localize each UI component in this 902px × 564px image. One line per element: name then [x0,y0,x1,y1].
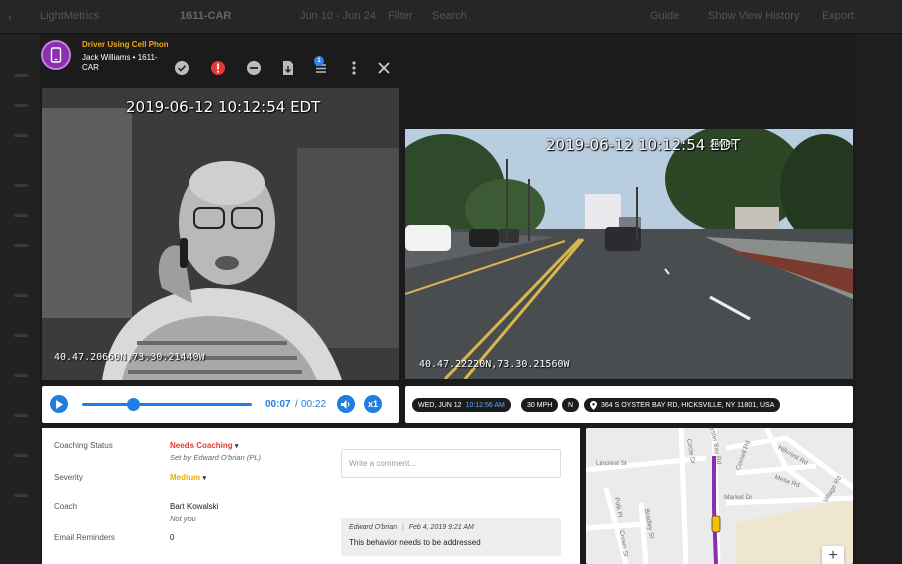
severity-label: Severity [54,473,83,482]
app-brand: LightMetrics [40,10,100,22]
sidebar-item[interactable] [14,374,28,377]
coach-note: Not you [170,514,196,523]
email-reminders-value: 0 [170,533,175,542]
trip-date: WED, JUN 12 [418,401,462,409]
sidebar-item[interactable] [14,454,28,457]
trip-address: 364 S OYSTER BAY RD, HICKSVILLE, NY 1180… [584,398,781,412]
trip-datetime: WED, JUN 12 10:12:56 AM [412,398,511,412]
export-button[interactable]: Export [822,10,854,22]
comment-author: Edward O'brian [349,524,398,531]
trip-speed: 30 MPH [521,398,559,412]
close-icon[interactable] [376,60,392,76]
location-pin-icon [590,400,597,410]
trip-time: 10:12:56 AM [465,401,505,409]
phone-icon [50,47,62,63]
severity-value: Medium [170,473,201,482]
road-facing-video[interactable]: 2019-06-12 10:12:54 EDT 28MPH 40.47.2222… [405,129,853,379]
app-right-column [856,34,902,564]
severity-dropdown[interactable]: Medium ▾ [170,473,206,482]
back-icon[interactable]: ‹ [8,10,12,24]
caret-down-icon: ▾ [202,475,206,482]
current-time: 00:07 [265,399,291,410]
vehicle-id: 1611-CAR [180,10,232,22]
event-subtitle: Jack Williams • 1611-CAR [82,53,158,72]
notes-count-badge: 1 [314,56,324,66]
comment-item: Edward O'brian | Feb 4, 2019 9:21 AM Thi… [341,518,561,556]
comment-date: Feb 4, 2019 9:21 AM [408,524,474,531]
volume-icon [341,399,350,409]
event-title: Driver Using Cell Phon [82,40,168,49]
event-type-avatar [41,40,71,70]
app-sidebar [0,34,40,564]
trip-address-text: 364 S OYSTER BAY RD, HICKSVILLE, NY 1180… [601,401,775,409]
play-button[interactable] [50,395,68,413]
volume-button[interactable] [337,395,355,413]
minus-circle-icon[interactable] [246,60,262,76]
search-input[interactable]: Search [432,10,467,22]
driver-facing-video[interactable]: 2019-06-12 10:12:54 EDT 40.47.20660N,73.… [42,88,399,380]
total-time: 00:22 [301,399,327,410]
street-label: Lincrest St [596,460,627,467]
street-label: Market Dr [724,494,753,501]
coaching-status-set-by: Set by Edward O'brian (PL) [170,453,262,462]
sidebar-item[interactable] [14,494,28,497]
sidebar-item[interactable] [14,244,28,247]
video-speed: 28MPH [710,140,737,149]
event-details-panel: Coaching Status Needs Coaching ▾ Set by … [42,428,580,564]
driver-facing-frame [42,88,399,380]
event-review-page: ‹ LightMetrics 1611-CAR Jun 10 - Jun 24 … [0,0,902,564]
seek-bar[interactable] [82,403,252,406]
caret-down-icon: ▾ [234,443,239,450]
sidebar-item[interactable] [14,414,28,417]
video-gps: 40.47.20660N,73.30.21440W [54,352,205,363]
comment-meta-separator: | [401,524,404,531]
zoom-in-button[interactable]: + [822,546,844,564]
road-facing-frame [405,129,853,379]
video-player-controls: 00:07 / 00:22 x1 [42,386,399,423]
comment-text: This behavior needs to be addressed [349,538,481,547]
sidebar-item[interactable] [14,74,28,77]
play-icon [56,399,63,409]
sidebar-item[interactable] [14,184,28,187]
coach-value: Bart Kowalski [170,502,219,511]
coaching-status-value: Needs Coaching [170,441,233,450]
video-gps: 40.47.22220N,73.30.21560W [419,359,570,370]
coaching-status-dropdown[interactable]: Needs Coaching ▾ [170,441,238,450]
document-download-icon[interactable] [280,60,296,76]
alert-circle-icon[interactable] [210,60,226,76]
app-topbar: ‹ LightMetrics 1611-CAR Jun 10 - Jun 24 … [0,0,902,34]
check-circle-icon[interactable] [174,60,190,76]
trip-heading: N [562,398,580,412]
video-timestamp: 2019-06-12 10:12:54 EDT [126,98,321,116]
sidebar-item[interactable] [14,334,28,337]
sidebar-item[interactable] [14,134,28,137]
event-map[interactable]: Lincrest St Circle Dr Oyster Bay Rd Corn… [586,428,853,564]
coaching-status-label: Coaching Status [54,441,113,450]
guide-button[interactable]: Guide [650,10,679,22]
seek-handle[interactable] [126,398,140,411]
time-separator: / [295,399,298,410]
email-reminders-label: Email Reminders [54,533,115,542]
date-range[interactable]: Jun 10 - Jun 24 [300,10,376,22]
view-history-button[interactable]: Show View History [708,10,800,22]
comment-meta: Edward O'brian | Feb 4, 2019 9:21 AM [349,524,474,531]
comment-input[interactable]: Write a comment... [341,449,561,478]
more-vertical-icon[interactable] [346,60,362,76]
sidebar-item[interactable] [14,214,28,217]
trip-info-bar: WED, JUN 12 10:12:56 AM 30 MPH N 364 S O… [405,386,853,423]
filter-button[interactable]: Filter [388,10,412,22]
playback-speed-button[interactable]: x1 [364,395,382,413]
sidebar-item[interactable] [14,294,28,297]
coach-label: Coach [54,502,78,511]
sidebar-item[interactable] [14,104,28,107]
